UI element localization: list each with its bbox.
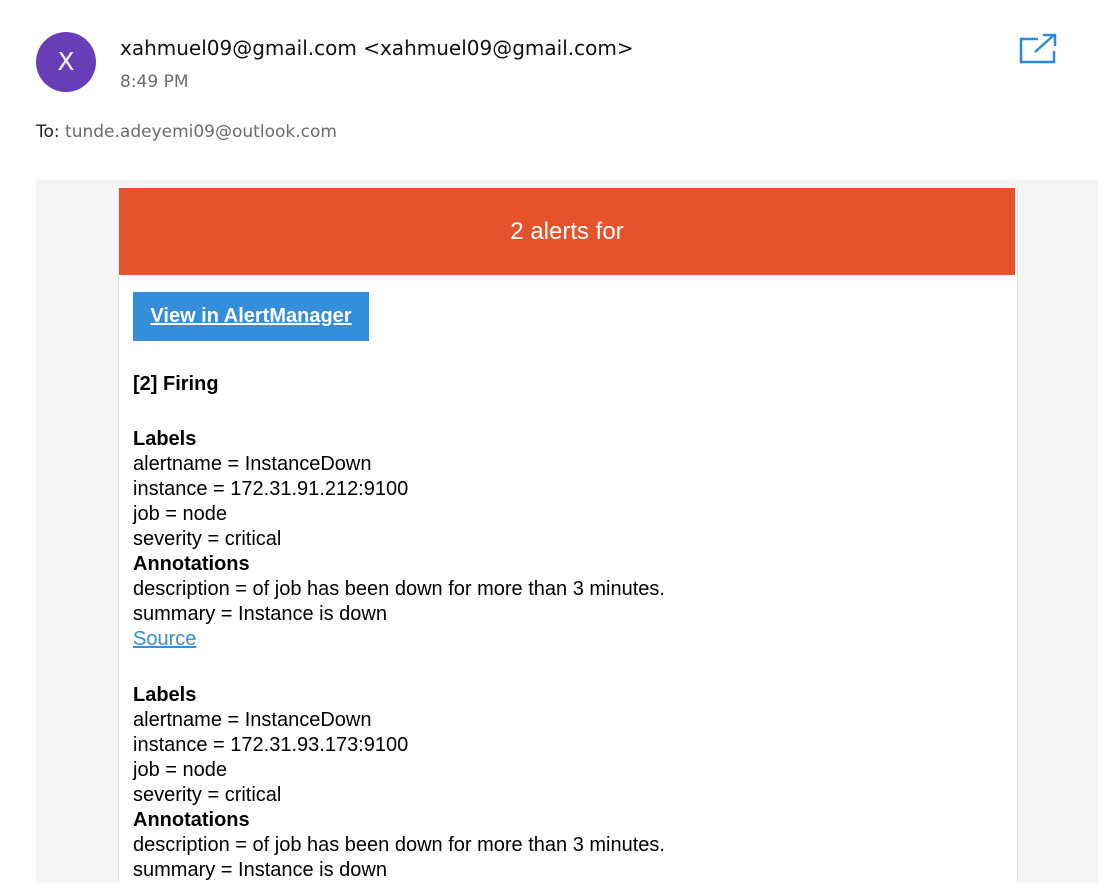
- alert-block: Labels alertname = InstanceDown instance…: [133, 683, 665, 883]
- alert-banner: 2 alerts for: [119, 188, 1015, 275]
- recipient-address[interactable]: tunde.adeyemi09@outlook.com: [65, 122, 337, 142]
- label-instance: instance = 172.31.93.173:9100: [133, 734, 409, 756]
- annotation-summary: summary = Instance is down: [133, 859, 387, 881]
- labels-heading: Labels: [133, 428, 197, 450]
- label-alertname: alertname = InstanceDown: [133, 709, 372, 731]
- email-header: X xahmuel09@gmail.com <xahmuel09@gmail.c…: [0, 0, 1105, 180]
- label-severity: severity = critical: [133, 528, 282, 550]
- annotation-summary: summary = Instance is down: [133, 603, 387, 625]
- timestamp: 8:49 PM: [120, 72, 189, 92]
- label-instance: instance = 172.31.91.212:9100: [133, 478, 409, 500]
- labels-heading: Labels: [133, 684, 197, 706]
- annotation-description: description = of job has been down for m…: [133, 834, 665, 856]
- label-alertname: alertname = InstanceDown: [133, 453, 372, 475]
- label-severity: severity = critical: [133, 784, 282, 806]
- recipient-line: To: tunde.adeyemi09@outlook.com: [36, 120, 337, 144]
- to-label: To:: [36, 122, 60, 142]
- avatar: X: [36, 32, 96, 92]
- label-job: job = node: [133, 759, 227, 781]
- alert-block: Labels alertname = InstanceDown instance…: [133, 427, 665, 652]
- annotation-description: description = of job has been down for m…: [133, 578, 665, 600]
- firing-heading: [2] Firing: [133, 373, 219, 395]
- label-job: job = node: [133, 503, 227, 525]
- annotations-heading: Annotations: [133, 809, 250, 831]
- annotations-heading: Annotations: [133, 553, 250, 575]
- source-link[interactable]: Source: [133, 628, 196, 650]
- popout-icon[interactable]: [1018, 32, 1058, 66]
- sender-address[interactable]: xahmuel09@gmail.com <xahmuel09@gmail.com…: [120, 34, 634, 62]
- view-in-alertmanager-button[interactable]: View in AlertManager: [133, 292, 369, 341]
